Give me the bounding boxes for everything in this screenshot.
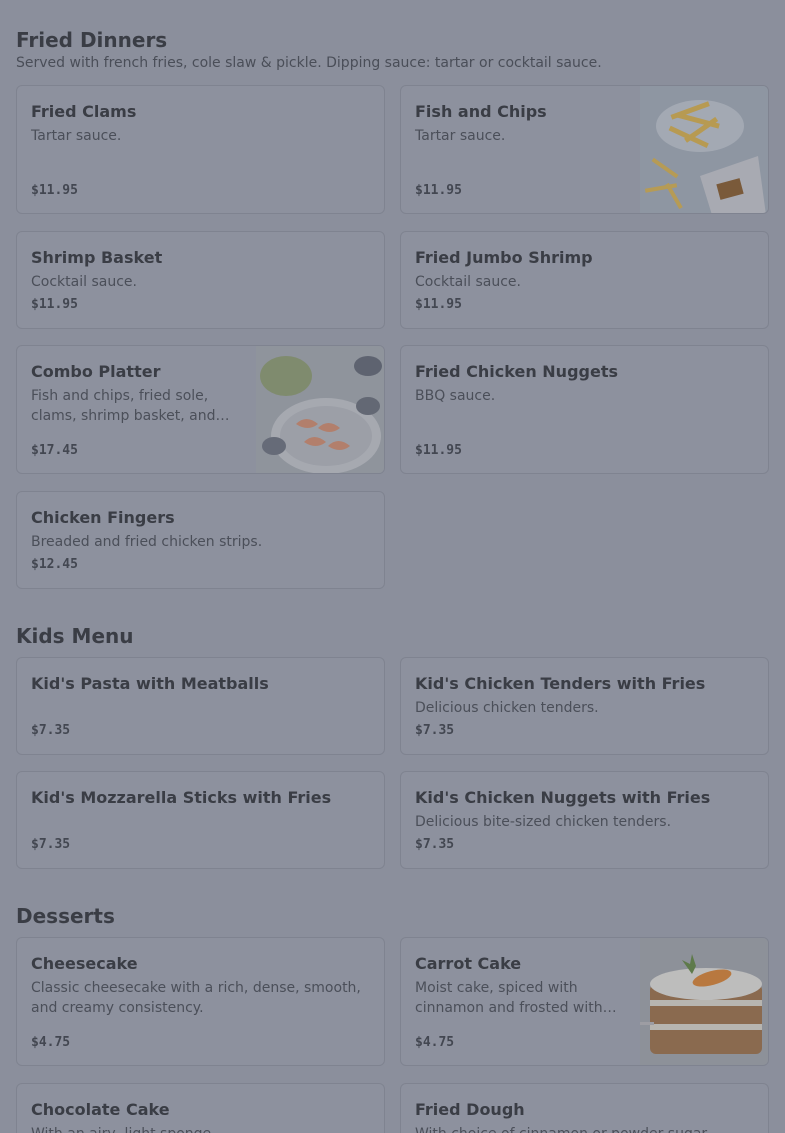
menu-item-fish-and-chips[interactable]: Fish and Chips Tartar sauce. $11.95 <box>400 85 769 214</box>
item-description: With an airy, light sponge. <box>31 1124 216 1133</box>
item-name: Kid's Pasta with Meatballs <box>31 674 269 693</box>
section-title-fried-dinners: Fried Dinners <box>16 28 168 52</box>
item-description: Moist cake, spiced with cinnamon and fro… <box>415 980 617 1016</box>
seafood-platter-photo <box>256 346 384 473</box>
menu-item-carrot-cake[interactable]: Carrot Cake Moist cake, spiced with cinn… <box>400 937 769 1066</box>
menu-item-fried-clams[interactable]: Fried Clams Tartar sauce. $11.95 <box>16 85 385 214</box>
item-name: Fried Jumbo Shrimp <box>415 248 593 267</box>
item-name: Kid's Chicken Tenders with Fries <box>415 674 706 693</box>
menu-item-fried-chicken-nuggets[interactable]: Fried Chicken Nuggets BBQ sauce. $11.95 <box>400 345 769 474</box>
item-name: Fried Clams <box>31 102 137 121</box>
item-name: Fried Chicken Nuggets <box>415 362 618 381</box>
item-price: $7.35 <box>415 723 455 738</box>
menu-item-kids-mozzarella-sticks[interactable]: Kid's Mozzarella Sticks with Fries $7.35 <box>16 771 385 869</box>
item-name: Fried Dough <box>415 1100 525 1119</box>
item-price: $11.95 <box>415 297 462 312</box>
item-description: Tartar sauce. <box>415 128 506 144</box>
menu-item-combo-platter[interactable]: Combo Platter Fish and chips, fried sole… <box>16 345 385 474</box>
item-description: Delicious chicken tenders. <box>415 700 599 716</box>
item-price: $7.35 <box>415 837 455 852</box>
item-name: Chicken Fingers <box>31 508 175 527</box>
item-description: Fish and chips, fried sole, clams, shrim… <box>31 388 230 424</box>
item-name: Cheesecake <box>31 954 138 973</box>
menu-item-chocolate-cake[interactable]: Chocolate Cake With an airy, light spong… <box>16 1083 385 1133</box>
item-name: Chocolate Cake <box>31 1100 170 1119</box>
item-price: $7.35 <box>31 837 71 852</box>
item-name: Kid's Mozzarella Sticks with Fries <box>31 788 332 807</box>
item-price: $12.45 <box>31 557 78 572</box>
menu-item-cheesecake[interactable]: Cheesecake Classic cheesecake with a ric… <box>16 937 385 1066</box>
item-name: Combo Platter <box>31 362 161 381</box>
item-price: $4.75 <box>415 1035 455 1050</box>
item-name: Kid's Chicken Nuggets with Fries <box>415 788 711 807</box>
item-description: Delicious bite-sized chicken tenders. <box>415 814 672 830</box>
menu-item-fried-dough[interactable]: Fried Dough With choice of cinnamon or p… <box>400 1083 769 1133</box>
item-description: BBQ sauce. <box>415 388 496 404</box>
item-description: Cocktail sauce. <box>415 274 521 290</box>
item-name: Carrot Cake <box>415 954 522 973</box>
item-description: Tartar sauce. <box>31 128 122 144</box>
menu-item-kids-chicken-nuggets[interactable]: Kid's Chicken Nuggets with Fries Delicio… <box>400 771 769 869</box>
menu-page: Fried Dinners Served with french fries, … <box>0 0 785 1133</box>
item-name: Fish and Chips <box>415 102 547 121</box>
item-name: Shrimp Basket <box>31 248 163 267</box>
item-description: Breaded and fried chicken strips. <box>31 534 263 550</box>
item-price: $4.75 <box>31 1035 71 1050</box>
carrot-cake-photo <box>640 938 768 1065</box>
item-price: $7.35 <box>31 723 71 738</box>
menu-item-chicken-fingers[interactable]: Chicken Fingers Breaded and fried chicke… <box>16 491 385 589</box>
item-price: $11.95 <box>31 297 78 312</box>
section-title-kids-menu: Kids Menu <box>16 624 134 648</box>
menu-item-fried-jumbo-shrimp[interactable]: Fried Jumbo Shrimp Cocktail sauce. $11.9… <box>400 231 769 329</box>
menu-item-kids-chicken-tenders[interactable]: Kid's Chicken Tenders with Fries Delicio… <box>400 657 769 755</box>
section-description-fried-dinners: Served with french fries, cole slaw & pi… <box>16 55 602 71</box>
item-price: $11.95 <box>415 183 462 198</box>
item-price: $11.95 <box>31 183 78 198</box>
item-description: With choice of cinnamon or powder sugar. <box>415 1124 760 1133</box>
menu-item-shrimp-basket[interactable]: Shrimp Basket Cocktail sauce. $11.95 <box>16 231 385 329</box>
section-title-desserts: Desserts <box>16 904 115 928</box>
menu-item-kids-pasta-meatballs[interactable]: Kid's Pasta with Meatballs $7.35 <box>16 657 385 755</box>
item-price: $11.95 <box>415 443 462 458</box>
item-price: $17.45 <box>31 443 78 458</box>
item-description: Classic cheesecake with a rich, dense, s… <box>31 980 361 1016</box>
item-description: Cocktail sauce. <box>31 274 137 290</box>
fries-and-fish-photo <box>640 86 768 213</box>
